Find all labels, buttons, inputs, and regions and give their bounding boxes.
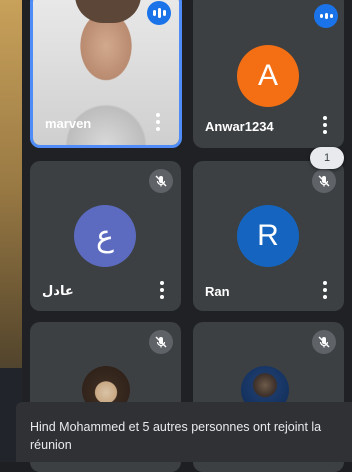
mic-off-icon <box>312 169 336 193</box>
mic-off-icon <box>312 330 336 354</box>
mic-off-icon <box>149 169 173 193</box>
more-options-icon[interactable] <box>155 113 161 131</box>
participant-name: marven <box>45 116 92 131</box>
participant-tile-marven[interactable]: marven <box>30 0 182 148</box>
participant-tile-ran[interactable]: R Ran <box>193 161 344 311</box>
participant-tile-adel[interactable]: ع عادل <box>30 161 181 311</box>
participant-name: عادل <box>42 283 74 298</box>
more-options-icon[interactable] <box>322 281 328 299</box>
more-options-icon[interactable] <box>159 281 165 299</box>
participant-tile-anwar1234[interactable]: A Anwar1234 <box>193 0 344 148</box>
join-notification-toast: Hind Mohammed et 5 autres personnes ont … <box>16 402 352 462</box>
speaking-indicator-icon <box>147 1 171 25</box>
avatar: A <box>237 45 299 107</box>
participant-name: Anwar1234 <box>205 119 274 134</box>
more-options-icon[interactable] <box>322 116 328 134</box>
avatar: ع <box>74 205 136 267</box>
avatar: R <box>237 205 299 267</box>
participant-overflow-badge[interactable]: 1 <box>310 147 344 169</box>
background-strip <box>0 0 22 462</box>
mic-off-icon <box>149 330 173 354</box>
speaking-indicator-icon <box>314 4 338 28</box>
participant-name: Ran <box>205 284 230 299</box>
toast-message: Hind Mohammed et 5 autres personnes ont … <box>30 420 322 452</box>
